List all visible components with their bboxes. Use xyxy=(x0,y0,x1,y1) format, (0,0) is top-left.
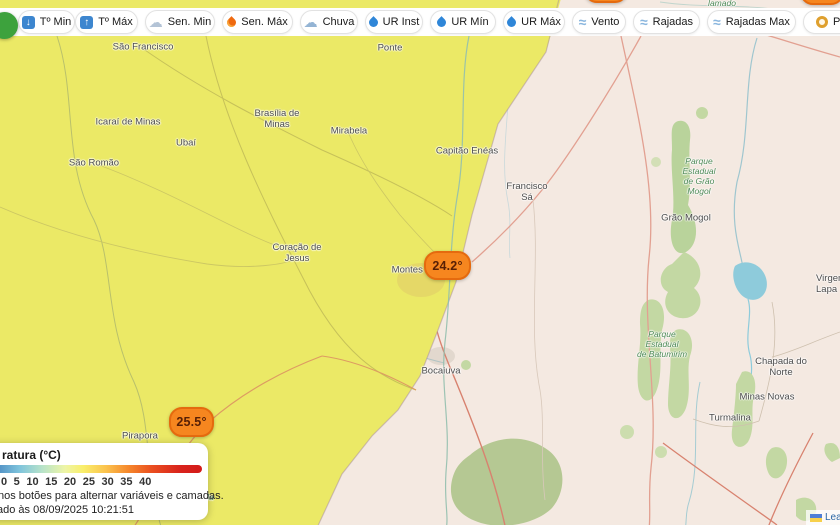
temperature-marker[interactable]: 24.2° xyxy=(424,251,471,280)
wind-icon: ≈ xyxy=(579,15,587,29)
temperature-marker[interactable]: 25.5° xyxy=(169,407,214,437)
droplet-icon xyxy=(505,16,518,29)
toolbar-button-label: Tº Min xyxy=(40,16,72,28)
toolbar-button-label: Chuva xyxy=(323,16,355,28)
rain-cloud-icon: ☁ xyxy=(304,15,318,29)
toolbar-button-chuva[interactable]: ☁ Chuva xyxy=(300,10,358,34)
droplet-icon xyxy=(367,16,380,29)
flame-icon xyxy=(225,16,238,29)
legend-hint-text: nos botões para alternar variáveis e cam… xyxy=(0,490,224,502)
toolbar-button-label: Sen. Máx xyxy=(241,16,287,28)
cloud-icon: ☁ xyxy=(149,15,163,29)
toolbar-button-t-m-x[interactable]: ↑ Tº Máx xyxy=(75,10,138,34)
toolbar-button-label: Pre xyxy=(833,16,840,28)
map-attribution: Leaflet xyxy=(806,510,840,525)
temperature-gradient-bar xyxy=(0,465,202,473)
legend-updated-text: ado às 08/09/2025 10:21:51 xyxy=(0,504,134,516)
ukraine-flag-icon xyxy=(810,514,822,522)
legend-panel: ratura (°C) 0 5 10 15 20 25 30 35 40 nos… xyxy=(0,443,208,520)
toolbar: ↓ Tº Min ↑ Tº Máx ☁ Sen. Min Sen. Máx ☁ Chuva UR … xyxy=(0,8,840,36)
temp-down-icon: ↓ xyxy=(22,16,35,29)
legend-scale-values: 0 5 10 15 20 25 30 35 40 xyxy=(1,476,151,488)
pressure-icon xyxy=(816,16,828,28)
toolbar-button-label: Vento xyxy=(591,16,619,28)
droplet-icon xyxy=(435,16,448,29)
weather-map-app: São FranciscoPonteIcaraí de MinasBrasíli… xyxy=(0,0,840,525)
toolbar-button-vento[interactable]: ≈ Vento xyxy=(572,10,626,34)
toolbar-button-label: Sen. Min xyxy=(168,16,211,28)
toolbar-button-label: Rajadas xyxy=(653,16,693,28)
toolbar-button-label: UR Máx xyxy=(521,16,561,28)
toolbar-button-t-min[interactable]: ↓ Tº Min xyxy=(18,10,75,34)
legend-title: ratura (°C) xyxy=(2,448,61,462)
wind-icon: ≈ xyxy=(640,15,648,29)
toolbar-button-rajadas-max[interactable]: ≈ Rajadas Max xyxy=(707,10,796,34)
toolbar-button-rajadas[interactable]: ≈ Rajadas xyxy=(633,10,700,34)
toolbar-button-pre[interactable]: Pre xyxy=(803,10,840,34)
toolbar-button-label: Tº Máx xyxy=(98,16,133,28)
toolbar-button-sen-m-x[interactable]: Sen. Máx xyxy=(222,10,293,34)
toolbar-button-label: Rajadas Max xyxy=(726,16,790,28)
toolbar-button-sen-min[interactable]: ☁ Sen. Min xyxy=(145,10,215,34)
wind-icon: ≈ xyxy=(713,15,721,29)
toolbar-button-label: UR Mín xyxy=(451,16,488,28)
toolbar-button-ur-m-x[interactable]: UR Máx xyxy=(503,10,565,34)
toolbar-button-label: UR Inst xyxy=(383,16,420,28)
temp-up-icon: ↑ xyxy=(80,16,93,29)
toolbar-button-ur-m-n[interactable]: UR Mín xyxy=(430,10,496,34)
toolbar-button-ur-inst[interactable]: UR Inst xyxy=(365,10,423,34)
leaflet-link[interactable]: Leaflet xyxy=(825,512,840,523)
